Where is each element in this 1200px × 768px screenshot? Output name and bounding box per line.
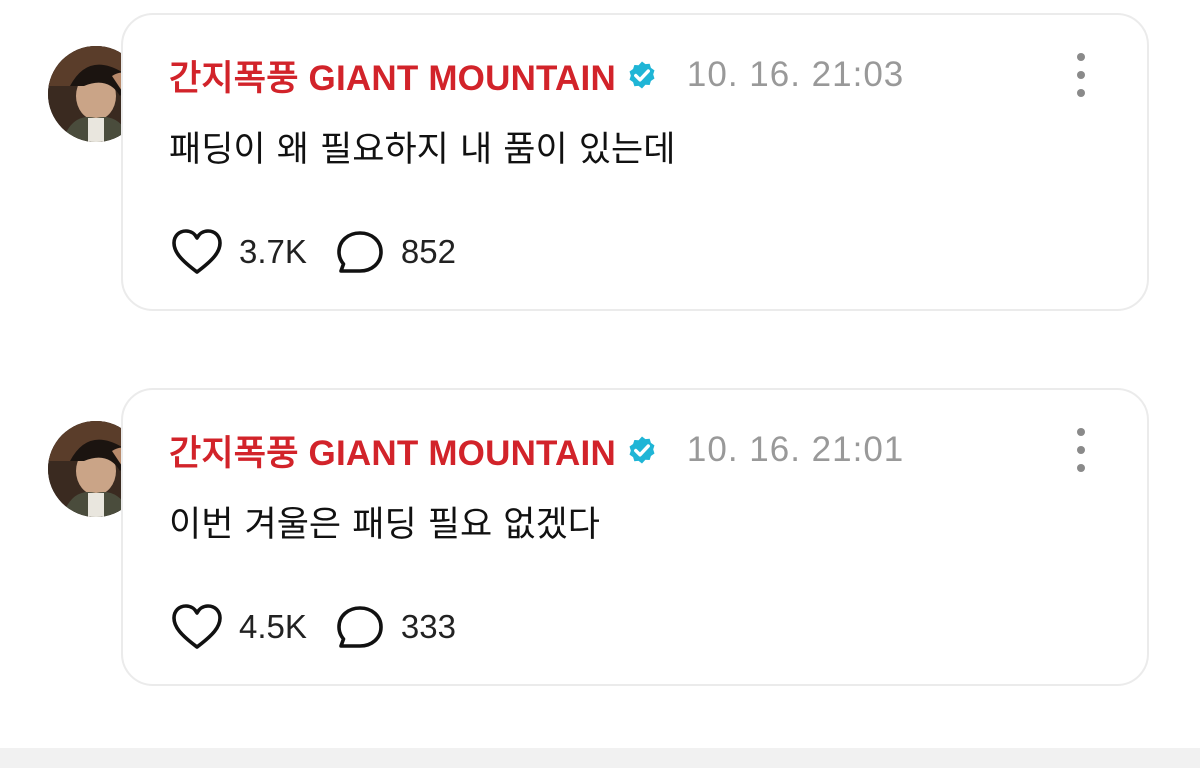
post-timestamp: 10. 16. 21:01 [686, 430, 905, 469]
heart-icon [172, 604, 222, 649]
comment-button[interactable]: 852 [335, 228, 456, 276]
comment-count: 852 [400, 233, 456, 270]
like-button[interactable]: 3.7K [171, 228, 307, 276]
post-header: 간지폭풍 GIANT MOUNTAIN 10. 16. 21:03 [169, 55, 905, 98]
post-timestamp: 10. 16. 21:03 [686, 55, 905, 94]
post-header: 간지폭풍 GIANT MOUNTAIN 10. 16. 21:01 [169, 430, 905, 473]
heart-icon [172, 229, 222, 274]
bottom-divider [0, 748, 1200, 768]
author-name[interactable]: 간지폭풍 GIANT MOUNTAIN [169, 50, 616, 101]
post-card[interactable]: 간지폭풍 GIANT MOUNTAIN 10. 16. 21:03 패딩이 왜 … [121, 13, 1149, 311]
more-vertical-icon[interactable] [1067, 53, 1095, 97]
post-text: 패딩이 왜 필요하지 내 품이 있는데 [169, 130, 676, 170]
like-count: 4.5K [239, 608, 307, 645]
more-vertical-icon[interactable] [1067, 428, 1095, 472]
post-text: 이번 겨울은 패딩 필요 없겠다 [169, 505, 600, 545]
post-actions: 4.5K 333 [171, 602, 456, 652]
post-actions: 3.7K 852 [171, 227, 456, 277]
verified-badge-icon [625, 58, 659, 92]
comment-count: 333 [400, 608, 456, 645]
speech-bubble-icon [337, 606, 383, 648]
like-button[interactable]: 4.5K [171, 603, 307, 651]
speech-bubble-icon [337, 231, 383, 273]
like-count: 3.7K [239, 233, 307, 270]
post-card[interactable]: 간지폭풍 GIANT MOUNTAIN 10. 16. 21:01 이번 겨울은… [121, 388, 1149, 686]
comment-button[interactable]: 333 [335, 603, 456, 651]
verified-badge-icon [625, 433, 659, 467]
author-name[interactable]: 간지폭풍 GIANT MOUNTAIN [169, 425, 616, 476]
